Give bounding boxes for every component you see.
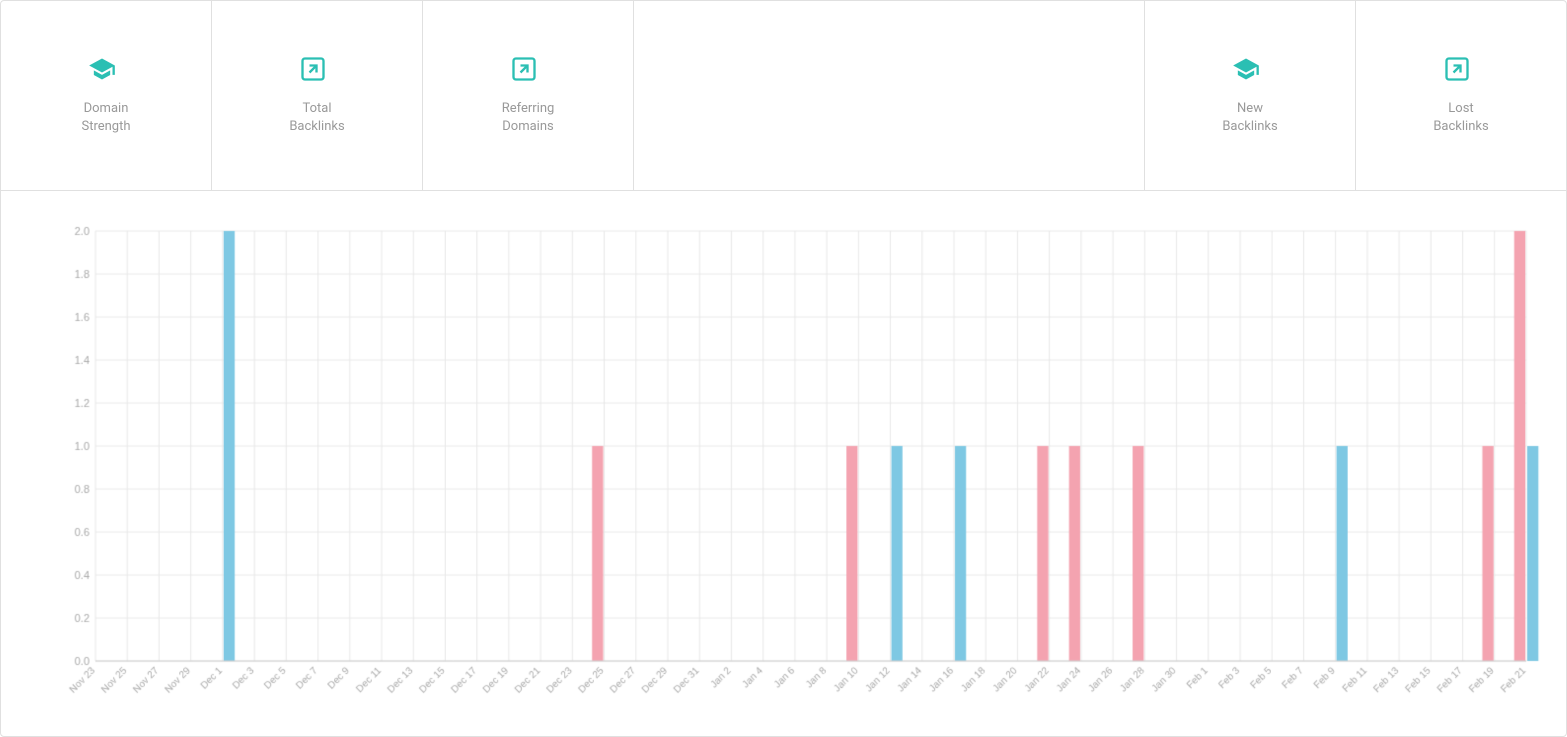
metrics-bar: DomainStrength TotalBacklinks <box>1 1 1566 191</box>
metric-top-new-backlinks <box>1232 55 1268 90</box>
metric-domain-strength: DomainStrength <box>1 1 212 190</box>
lost-backlinks-label: LostBacklinks <box>1433 100 1488 136</box>
link-icon-referring-domains <box>510 55 538 90</box>
total-backlinks-label: TotalBacklinks <box>289 100 344 136</box>
metric-top-domain-strength <box>88 55 124 90</box>
metric-top-lost-backlinks <box>1443 55 1479 90</box>
metric-referring-domains: ReferringDomains <box>423 1 634 190</box>
link-icon-lost-backlinks <box>1443 55 1471 90</box>
metric-new-backlinks: NewBacklinks <box>1145 1 1356 190</box>
domain-strength-label: DomainStrength <box>81 100 130 136</box>
new-backlinks-label: NewBacklinks <box>1222 100 1277 136</box>
grad-icon-domain-strength <box>88 55 116 90</box>
dashboard-container: DomainStrength TotalBacklinks <box>0 0 1567 737</box>
metric-total-backlinks: TotalBacklinks <box>212 1 423 190</box>
metric-top-referring-domains <box>510 55 546 90</box>
bar-chart <box>51 211 1546 726</box>
metric-lost-backlinks: LostBacklinks <box>1356 1 1566 190</box>
referring-domains-label: ReferringDomains <box>502 100 555 136</box>
link-icon-total-backlinks <box>299 55 327 90</box>
metric-gap <box>634 1 1145 190</box>
chart-area <box>1 191 1566 736</box>
metric-top-total-backlinks <box>299 55 335 90</box>
grad-icon-new-backlinks <box>1232 55 1260 90</box>
